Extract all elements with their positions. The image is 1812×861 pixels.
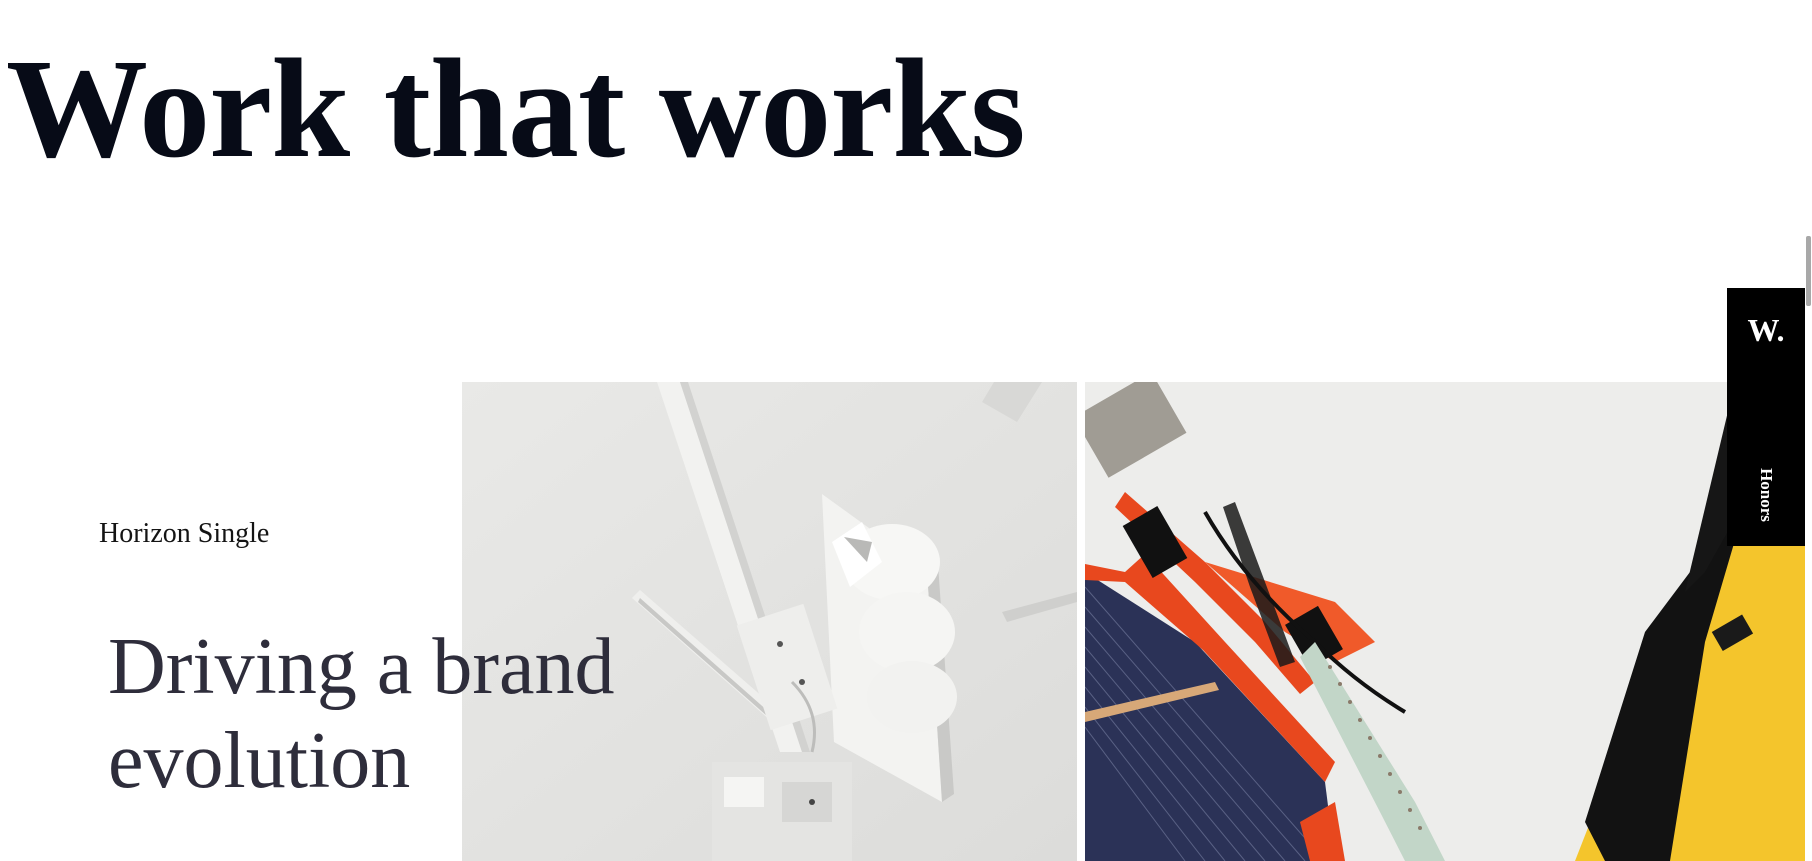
project-title-line: evolution (108, 717, 411, 805)
honors-label: Honors (1757, 468, 1776, 522)
honors-side-tab[interactable]: W. Honors (1727, 288, 1805, 546)
project-image-right[interactable] (1085, 382, 1805, 861)
site-logo: W. (1747, 312, 1785, 348)
project-title-line: Driving a brand (108, 623, 615, 711)
honors-link[interactable]: Honors (1727, 460, 1805, 530)
vertical-scrollbar[interactable] (1805, 0, 1812, 861)
scrollbar-thumb[interactable] (1806, 236, 1811, 306)
solar-unit-illustration (1085, 382, 1805, 861)
project-client-label: Horizon Single (99, 518, 270, 549)
project-title[interactable]: Driving a brand evolution (108, 620, 728, 808)
page-headline: Work that works (6, 29, 1026, 187)
